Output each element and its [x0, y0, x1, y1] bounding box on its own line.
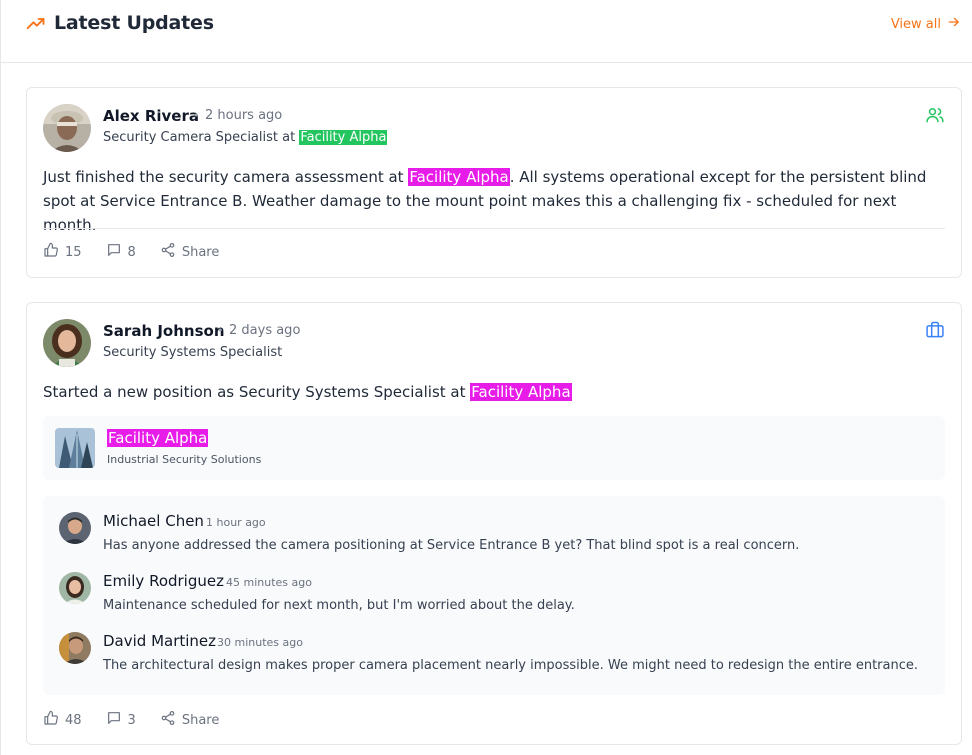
author-name[interactable]: Alex Rivera [103, 107, 199, 125]
comment-count: 8 [127, 244, 136, 260]
comment-text: Has anyone addressed the camera position… [103, 538, 800, 553]
post-time: 2 days ago [229, 323, 301, 338]
comment-time: 1 hour ago [206, 516, 266, 529]
role-organization[interactable]: Facility Alpha [299, 130, 388, 145]
avatar[interactable] [43, 319, 91, 367]
share-icon [160, 710, 176, 730]
divider [43, 228, 945, 229]
comment-time: 45 minutes ago [226, 576, 312, 589]
separator-dot: • [217, 324, 224, 337]
trending-up-icon [26, 14, 46, 34]
comment-item: David Martinez 30 minutes ago The archit… [59, 632, 929, 682]
commenter-name[interactable]: Emily Rodriguez [103, 572, 224, 590]
company-name: Facility Alpha [107, 429, 209, 447]
updates-panel: Latest Updates View all Alex Rivera • 2 … [0, 0, 972, 755]
comment-button[interactable]: 8 [106, 242, 136, 262]
comment-icon [106, 242, 122, 262]
post-text: Started a new position as Security Syste… [43, 383, 466, 401]
comment-count: 3 [127, 712, 136, 728]
post-actions: 15 8 Share [43, 242, 219, 262]
users-icon [925, 105, 945, 125]
post-text: Just finished the security camera assess… [43, 168, 404, 186]
company-card[interactable]: Facility Alpha Industrial Security Solut… [43, 416, 945, 480]
post-body: Just finished the security camera assess… [43, 165, 943, 237]
avatar[interactable] [59, 572, 91, 604]
separator-dot: • [193, 109, 200, 122]
author-role: Security Camera Specialist at Facility A… [103, 130, 388, 145]
like-button[interactable]: 15 [43, 242, 82, 262]
company-logo [55, 428, 95, 468]
share-icon [160, 242, 176, 262]
comment-item: Emily Rodriguez 45 minutes ago Maintenan… [59, 572, 929, 622]
mention-facility[interactable]: Facility Alpha [470, 383, 572, 401]
avatar[interactable] [43, 104, 91, 152]
company-subtitle: Industrial Security Solutions [107, 453, 262, 466]
share-button[interactable]: Share [160, 710, 220, 730]
like-count: 15 [65, 244, 82, 260]
post-time: 2 hours ago [205, 108, 283, 123]
panel-title: Latest Updates [54, 12, 214, 34]
post-actions: 48 3 Share [43, 710, 219, 730]
view-all-link[interactable]: View all [891, 15, 961, 33]
comment-button[interactable]: 3 [106, 710, 136, 730]
author-role: Security Systems Specialist [103, 345, 283, 360]
view-all-label: View all [890, 16, 941, 32]
share-label: Share [181, 712, 220, 728]
comment-text: The architectural design makes proper ca… [103, 658, 918, 673]
comment-text: Maintenance scheduled for next month, bu… [103, 598, 575, 613]
comment-icon [106, 710, 122, 730]
comment-item: Michael Chen 1 hour ago Has anyone addre… [59, 512, 929, 562]
post-body: Started a new position as Security Syste… [43, 380, 943, 404]
avatar[interactable] [59, 512, 91, 544]
share-button[interactable]: Share [160, 242, 220, 262]
comment-thread: Michael Chen 1 hour ago Has anyone addre… [43, 496, 945, 695]
company-name-text: Facility Alpha [107, 429, 209, 447]
comment-time: 30 minutes ago [217, 636, 303, 649]
share-label: Share [181, 244, 220, 260]
role-text: Security Camera Specialist at [103, 130, 296, 145]
panel-header: Latest Updates View all [1, 0, 972, 63]
mention-facility[interactable]: Facility Alpha [408, 168, 510, 186]
like-count: 48 [65, 712, 82, 728]
post-card: Alex Rivera • 2 hours ago Security Camer… [26, 87, 962, 278]
thumbs-up-icon [43, 710, 59, 730]
avatar[interactable] [59, 632, 91, 664]
like-button[interactable]: 48 [43, 710, 82, 730]
commenter-name[interactable]: David Martinez [103, 632, 216, 650]
arrow-right-icon [947, 15, 961, 33]
thumbs-up-icon [43, 242, 59, 262]
author-name[interactable]: Sarah Johnson [103, 322, 225, 340]
briefcase-icon [925, 320, 945, 340]
commenter-name[interactable]: Michael Chen [103, 512, 204, 530]
post-card: Sarah Johnson • 2 days ago Security Syst… [26, 302, 962, 745]
